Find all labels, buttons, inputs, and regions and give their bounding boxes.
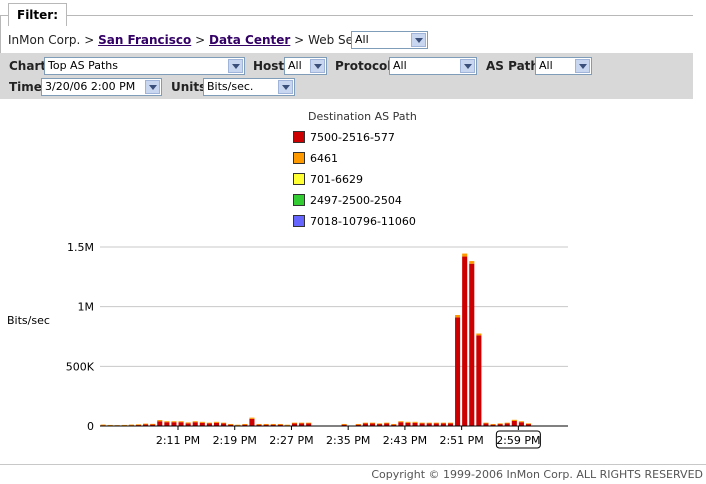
bar-segment [221, 422, 227, 424]
x-tick-label: 2:51 PM [439, 434, 483, 447]
bar-segment [518, 421, 524, 423]
bar-segment [291, 422, 298, 424]
bar-segment [157, 420, 163, 422]
bar-segment [164, 422, 170, 426]
y-tick-label: 1.5M [67, 241, 94, 254]
bar-segment [306, 422, 312, 424]
x-tick-label: 2:43 PM [383, 434, 427, 447]
bar-segment [483, 422, 489, 424]
bar-segment [440, 422, 446, 424]
bar-segment [377, 423, 383, 425]
bar-segment [511, 420, 517, 426]
bar-segment [398, 422, 404, 426]
bar-segment [412, 421, 418, 423]
bar-segment [511, 419, 517, 421]
bar-segment [447, 422, 454, 424]
bar-segment [284, 424, 290, 426]
bar-segment [277, 423, 283, 425]
bar-segment [199, 421, 205, 423]
bar-segment [178, 422, 184, 426]
bar-segment [270, 423, 276, 425]
bar-segment [362, 422, 368, 424]
bar-segment [249, 417, 255, 419]
bar-segment [518, 422, 524, 426]
bar-segment [384, 422, 390, 424]
bar-segment [178, 421, 184, 423]
bar-segment [128, 424, 134, 426]
bar-segment [341, 423, 347, 425]
bar-segment [426, 422, 432, 424]
bar-segment [476, 333, 482, 336]
y-tick-label: 1M [78, 301, 95, 314]
copyright-text: Copyright © 1999-2006 InMon Corp. ALL RI… [371, 468, 703, 481]
bar-segment [462, 253, 468, 257]
x-tick-label: 2:19 PM [213, 434, 257, 447]
bar-segment [157, 421, 163, 426]
y-tick-label: 0 [87, 420, 94, 433]
bar-segment [455, 315, 461, 318]
bar-segment [100, 424, 106, 426]
bar-segment [490, 423, 496, 425]
bar-segment [171, 422, 177, 426]
bar-segment [476, 335, 482, 426]
bar-segment [504, 422, 510, 424]
traffic-chart: 0 500K 1M 1.5M Bits/sec 2:11 PM 2:19 PM 2:27 PM… [7, 241, 568, 449]
bar-segment [242, 423, 248, 425]
bar-segment [185, 422, 191, 424]
bar-segment [469, 261, 475, 264]
bar-segment [355, 423, 361, 425]
bar-segment [150, 423, 156, 425]
x-tick-label: 2:27 PM [269, 434, 313, 447]
x-tick-label: 2:59 PM [496, 434, 540, 447]
bar-segment [419, 422, 425, 424]
x-tick-label: 2:35 PM [326, 434, 370, 447]
bar-segment [192, 421, 198, 423]
bar-segment [369, 422, 376, 424]
bar-segment [497, 423, 503, 425]
y-tick-label: 500K [66, 360, 95, 373]
bar-segment [469, 263, 475, 426]
bar-segment [192, 422, 198, 426]
bar-segment [135, 424, 142, 426]
bar-segment [235, 424, 241, 426]
bar-segment [249, 418, 255, 426]
bar-segment [206, 422, 212, 424]
bar-segment [299, 422, 305, 424]
bar-segment [525, 423, 532, 425]
bar-segment [462, 256, 468, 426]
bar-segment [228, 423, 234, 425]
bar-segment [164, 421, 170, 423]
bar-segment [405, 421, 411, 423]
x-tick-label: 2:11 PM [156, 434, 200, 447]
bar-segment [391, 423, 397, 425]
bar-segment [455, 317, 461, 426]
bar-segment [143, 423, 149, 425]
bar-segment [433, 422, 439, 424]
bar-segment [263, 423, 269, 425]
bar-segment [398, 421, 404, 423]
bar-segment [213, 421, 220, 423]
bar-segment [256, 423, 262, 425]
filter-tab-label: Filter: [17, 8, 59, 22]
bar-segment [171, 421, 177, 423]
y-axis-label: Bits/sec [7, 314, 50, 327]
filter-tab: Filter: [8, 3, 68, 26]
footer-divider [0, 464, 706, 465]
